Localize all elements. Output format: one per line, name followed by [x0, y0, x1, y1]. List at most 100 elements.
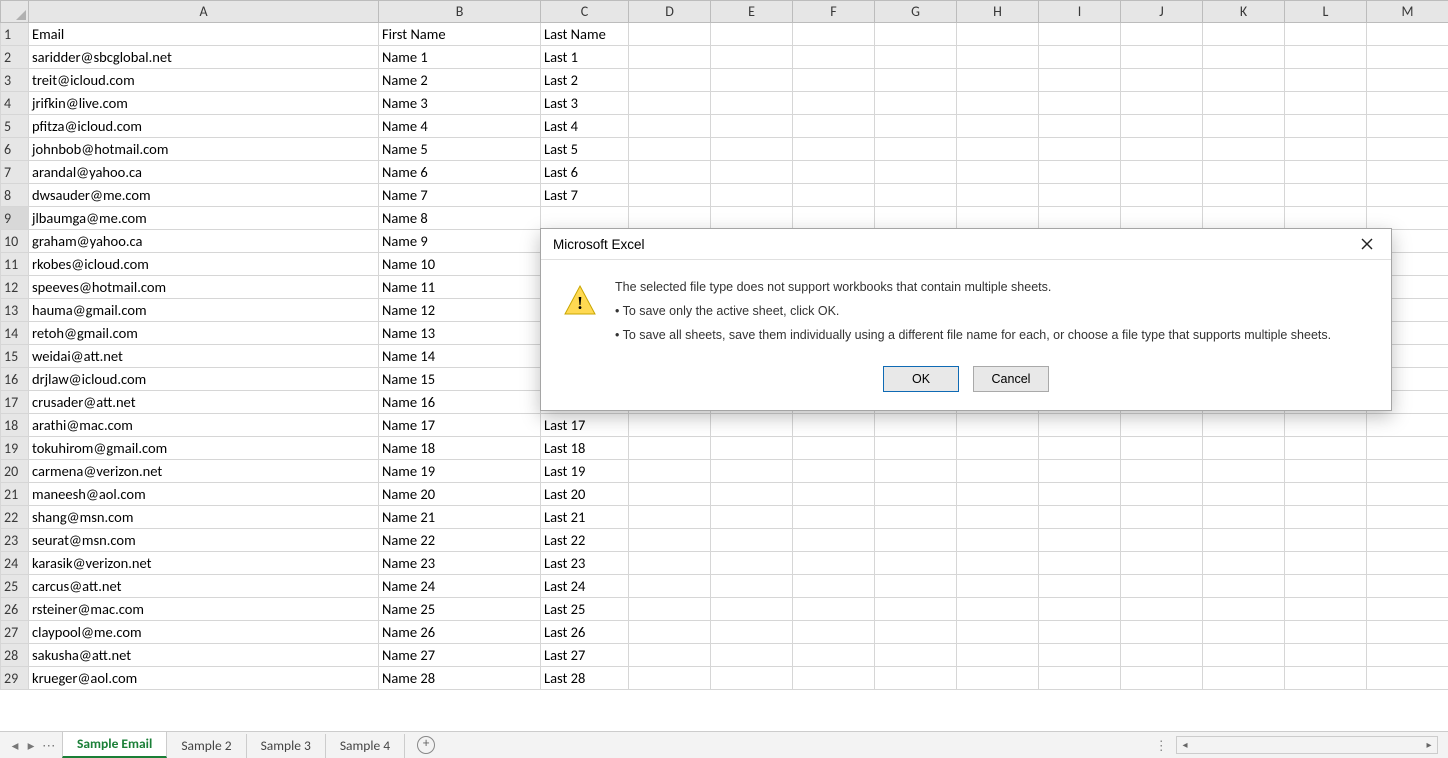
cell-B27[interactable]: Name 26: [379, 621, 541, 644]
cell-F8[interactable]: [793, 184, 875, 207]
cell-E26[interactable]: [711, 598, 793, 621]
cell-I9[interactable]: [1039, 207, 1121, 230]
cell-J27[interactable]: [1121, 621, 1203, 644]
cell-M20[interactable]: [1367, 460, 1448, 483]
cell-J26[interactable]: [1121, 598, 1203, 621]
cell-B10[interactable]: Name 9: [379, 230, 541, 253]
cell-E19[interactable]: [711, 437, 793, 460]
row-header-18[interactable]: 18: [1, 414, 29, 437]
row-header-7[interactable]: 7: [1, 161, 29, 184]
cell-K21[interactable]: [1203, 483, 1285, 506]
cell-A18[interactable]: arathi@mac.com: [29, 414, 379, 437]
cell-A27[interactable]: claypool@me.com: [29, 621, 379, 644]
cell-M25[interactable]: [1367, 575, 1448, 598]
cell-J24[interactable]: [1121, 552, 1203, 575]
cell-B20[interactable]: Name 19: [379, 460, 541, 483]
cell-L20[interactable]: [1285, 460, 1367, 483]
cell-B25[interactable]: Name 24: [379, 575, 541, 598]
cell-F24[interactable]: [793, 552, 875, 575]
row-header-10[interactable]: 10: [1, 230, 29, 253]
cell-H24[interactable]: [957, 552, 1039, 575]
cell-C5[interactable]: Last 4: [541, 115, 629, 138]
cell-C9[interactable]: [541, 207, 629, 230]
cell-B19[interactable]: Name 18: [379, 437, 541, 460]
scroll-right-icon[interactable]: ▸: [1421, 738, 1437, 752]
row-header-13[interactable]: 13: [1, 299, 29, 322]
cell-H28[interactable]: [957, 644, 1039, 667]
cell-K25[interactable]: [1203, 575, 1285, 598]
cell-C20[interactable]: Last 19: [541, 460, 629, 483]
row-header-26[interactable]: 26: [1, 598, 29, 621]
cell-H22[interactable]: [957, 506, 1039, 529]
sheet-tab-sample-4[interactable]: Sample 4: [326, 734, 405, 758]
cell-M2[interactable]: [1367, 46, 1448, 69]
cell-I6[interactable]: [1039, 138, 1121, 161]
cell-K7[interactable]: [1203, 161, 1285, 184]
cell-J2[interactable]: [1121, 46, 1203, 69]
cell-A5[interactable]: pfitza@icloud.com: [29, 115, 379, 138]
cell-F29[interactable]: [793, 667, 875, 690]
cell-J28[interactable]: [1121, 644, 1203, 667]
cell-B4[interactable]: Name 3: [379, 92, 541, 115]
tab-nav-menu-icon[interactable]: ⋯: [42, 737, 52, 754]
column-header-F[interactable]: F: [793, 1, 875, 23]
cell-D7[interactable]: [629, 161, 711, 184]
cell-E3[interactable]: [711, 69, 793, 92]
cell-M4[interactable]: [1367, 92, 1448, 115]
cell-D1[interactable]: [629, 23, 711, 46]
cell-J4[interactable]: [1121, 92, 1203, 115]
cell-A3[interactable]: treit@icloud.com: [29, 69, 379, 92]
cell-I1[interactable]: [1039, 23, 1121, 46]
cell-A12[interactable]: speeves@hotmail.com: [29, 276, 379, 299]
cell-J29[interactable]: [1121, 667, 1203, 690]
cell-F27[interactable]: [793, 621, 875, 644]
scroll-left-icon[interactable]: ◂: [1177, 738, 1193, 752]
cell-D3[interactable]: [629, 69, 711, 92]
cell-C24[interactable]: Last 23: [541, 552, 629, 575]
cell-D19[interactable]: [629, 437, 711, 460]
cell-D25[interactable]: [629, 575, 711, 598]
cell-G9[interactable]: [875, 207, 957, 230]
column-header-M[interactable]: M: [1367, 1, 1448, 23]
cell-A11[interactable]: rkobes@icloud.com: [29, 253, 379, 276]
cell-L27[interactable]: [1285, 621, 1367, 644]
cell-J25[interactable]: [1121, 575, 1203, 598]
cell-E4[interactable]: [711, 92, 793, 115]
cell-G19[interactable]: [875, 437, 957, 460]
cell-B15[interactable]: Name 14: [379, 345, 541, 368]
cell-D9[interactable]: [629, 207, 711, 230]
cell-A2[interactable]: saridder@sbcglobal.net: [29, 46, 379, 69]
cell-E9[interactable]: [711, 207, 793, 230]
cell-L19[interactable]: [1285, 437, 1367, 460]
cell-H1[interactable]: [957, 23, 1039, 46]
cell-E22[interactable]: [711, 506, 793, 529]
cell-C28[interactable]: Last 27: [541, 644, 629, 667]
cell-H23[interactable]: [957, 529, 1039, 552]
cell-L2[interactable]: [1285, 46, 1367, 69]
cell-H3[interactable]: [957, 69, 1039, 92]
tab-nav-buttons[interactable]: ◂ ▸ ⋯: [0, 732, 62, 758]
cell-J18[interactable]: [1121, 414, 1203, 437]
cell-B22[interactable]: Name 21: [379, 506, 541, 529]
cell-D22[interactable]: [629, 506, 711, 529]
cell-G21[interactable]: [875, 483, 957, 506]
cell-C2[interactable]: Last 1: [541, 46, 629, 69]
row-header-21[interactable]: 21: [1, 483, 29, 506]
cell-C25[interactable]: Last 24: [541, 575, 629, 598]
cell-F7[interactable]: [793, 161, 875, 184]
cell-L28[interactable]: [1285, 644, 1367, 667]
cell-J19[interactable]: [1121, 437, 1203, 460]
tab-nav-first-icon[interactable]: ◂: [10, 737, 20, 754]
cell-I27[interactable]: [1039, 621, 1121, 644]
cell-J3[interactable]: [1121, 69, 1203, 92]
cell-G20[interactable]: [875, 460, 957, 483]
cancel-button[interactable]: Cancel: [973, 366, 1049, 392]
cell-F23[interactable]: [793, 529, 875, 552]
cell-A10[interactable]: graham@yahoo.ca: [29, 230, 379, 253]
sheet-tab-sample-email[interactable]: Sample Email: [62, 731, 167, 758]
cell-E1[interactable]: [711, 23, 793, 46]
column-header-L[interactable]: L: [1285, 1, 1367, 23]
cell-F19[interactable]: [793, 437, 875, 460]
cell-E24[interactable]: [711, 552, 793, 575]
cell-H21[interactable]: [957, 483, 1039, 506]
